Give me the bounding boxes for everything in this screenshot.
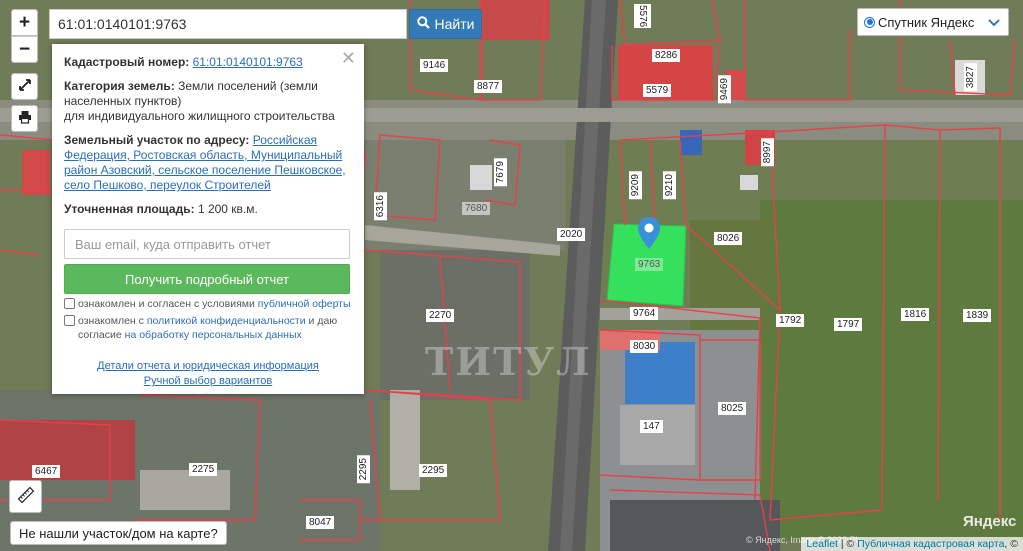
privacy-consent-checkbox[interactable] [64, 315, 75, 326]
zoom-out-button[interactable]: − [11, 36, 38, 63]
parcel-label[interactable]: 8877 [474, 80, 503, 93]
parcel-label[interactable]: 3827 [964, 63, 977, 92]
cadastral-number-link[interactable]: 61:01:0140101:9763 [193, 55, 303, 69]
cadastral-row: Кадастровый номер: 61:01:0140101:9763 [64, 55, 352, 70]
parcel-label[interactable]: 1839 [963, 309, 992, 322]
selected-parcel-label[interactable]: 9763 [635, 258, 664, 271]
category-row: Категория земель: Земли поселений (земли… [64, 79, 352, 124]
email-field[interactable] [64, 229, 350, 259]
map-attribution: Leaflet | © Публичная кадастровая карта,… [801, 537, 1023, 551]
category-use: для индивидуального жилищного строительс… [64, 109, 335, 123]
parcel-label[interactable]: 9469 [718, 75, 731, 104]
fullscreen-button[interactable] [11, 73, 38, 100]
address-label: Земельный участок по адресу: [64, 133, 250, 147]
public-offer-link[interactable]: публичной оферты [258, 298, 351, 310]
parcel-label[interactable]: 5576 [634, 4, 651, 29]
parcel-label[interactable]: 1797 [834, 318, 863, 331]
address-row: Земельный участок по адресу: Российская … [64, 133, 352, 193]
parcel-label[interactable]: 2270 [426, 309, 455, 322]
parcel-label[interactable]: 2295 [357, 455, 370, 484]
print-button[interactable] [11, 105, 38, 132]
attribution-sep: | © [837, 538, 858, 550]
parcel-label[interactable]: 8030 [630, 340, 659, 353]
parcel-info-panel: ✕ Кадастровый номер: 61:01:0140101:9763 … [52, 44, 364, 394]
manual-selection-link[interactable]: Ручной выбор вариантов [144, 375, 272, 387]
parcel-label[interactable]: 8286 [652, 49, 681, 62]
layer-select-value: Спутник Яндекс [878, 14, 975, 30]
parcel-label[interactable]: 9209 [629, 171, 642, 200]
offer-consent-row: ознакомлен и согласен с условиями публич… [64, 297, 352, 311]
cadastral-label: Кадастровый номер: [64, 55, 190, 69]
radio-selected-icon [864, 16, 875, 28]
parcel-label[interactable]: 2020 [557, 228, 586, 241]
offer-consent-checkbox[interactable] [64, 298, 75, 309]
map-pin-icon[interactable] [637, 216, 661, 253]
parcel-label[interactable]: 8026 [714, 232, 743, 245]
chevron-down-icon [988, 15, 1000, 30]
parcel-label[interactable]: 9210 [663, 171, 676, 200]
close-icon[interactable]: ✕ [341, 49, 356, 67]
map-layer-select[interactable]: Спутник Яндекс [857, 8, 1009, 36]
parcel-label[interactable]: 6316 [374, 192, 387, 221]
parcel-label[interactable]: 5579 [643, 84, 672, 97]
ruler-icon [17, 486, 35, 507]
area-label: Уточненная площадь: [64, 202, 195, 216]
parcel-label[interactable]: 9764 [630, 307, 659, 320]
parcel-label[interactable]: 6467 [32, 465, 61, 478]
report-details-link[interactable]: Детали отчета и юридическая информация [97, 360, 319, 372]
panel-bottom-links: Детали отчета и юридическая информация Р… [64, 359, 352, 389]
parcel-label[interactable]: 7680 [462, 202, 491, 215]
cadastral-search-input[interactable] [49, 9, 407, 39]
print-icon [18, 110, 32, 127]
area-value: 1 200 кв.м. [197, 202, 258, 216]
fullscreen-icon [18, 78, 32, 95]
measure-button[interactable] [9, 480, 42, 513]
parcel-label[interactable]: 2295 [419, 464, 448, 477]
cadastral-map-link[interactable]: Публичная кадастровая карта [857, 538, 1004, 550]
parcel-label[interactable]: 147 [640, 420, 663, 433]
parcel-label[interactable]: 8025 [718, 402, 747, 415]
zoom-in-button[interactable]: + [11, 9, 38, 36]
privacy-policy-link[interactable]: политикой конфиденциальности [147, 315, 306, 327]
search-button-label: Найти [434, 16, 475, 32]
attribution-tail: , © [1004, 538, 1018, 550]
parcel-label[interactable]: 8047 [306, 516, 335, 529]
privacy-consent-row: ознакомлен с политикой конфиденциальност… [64, 314, 352, 342]
not-found-on-map-button[interactable]: Не нашли участок/дом на карте? [10, 521, 227, 545]
parcel-label[interactable]: 9146 [420, 59, 449, 72]
parcel-label[interactable]: 1816 [901, 308, 930, 321]
personal-data-link[interactable]: на обработку персональных данных [125, 329, 302, 341]
parcel-label[interactable]: 8997 [761, 138, 774, 167]
leaflet-link[interactable]: Leaflet [806, 538, 838, 550]
yandex-logo: Яндекс [963, 513, 1017, 530]
search-button[interactable]: Найти [409, 9, 482, 39]
area-row: Уточненная площадь: 1 200 кв.м. [64, 202, 352, 217]
get-report-button[interactable]: Получить подробный отчет [64, 264, 350, 294]
watermark: ТИТУЛ [425, 339, 592, 384]
parcel-label[interactable]: 2275 [189, 463, 218, 476]
search-icon [416, 16, 430, 32]
privacy-consent-text: ознакомлен с [78, 315, 144, 327]
parcel-label[interactable]: 1792 [776, 314, 805, 327]
category-label: Категория земель: [64, 79, 175, 93]
offer-consent-text: ознакомлен и согласен с условиями [78, 298, 255, 310]
parcel-label[interactable]: 7679 [494, 158, 507, 187]
